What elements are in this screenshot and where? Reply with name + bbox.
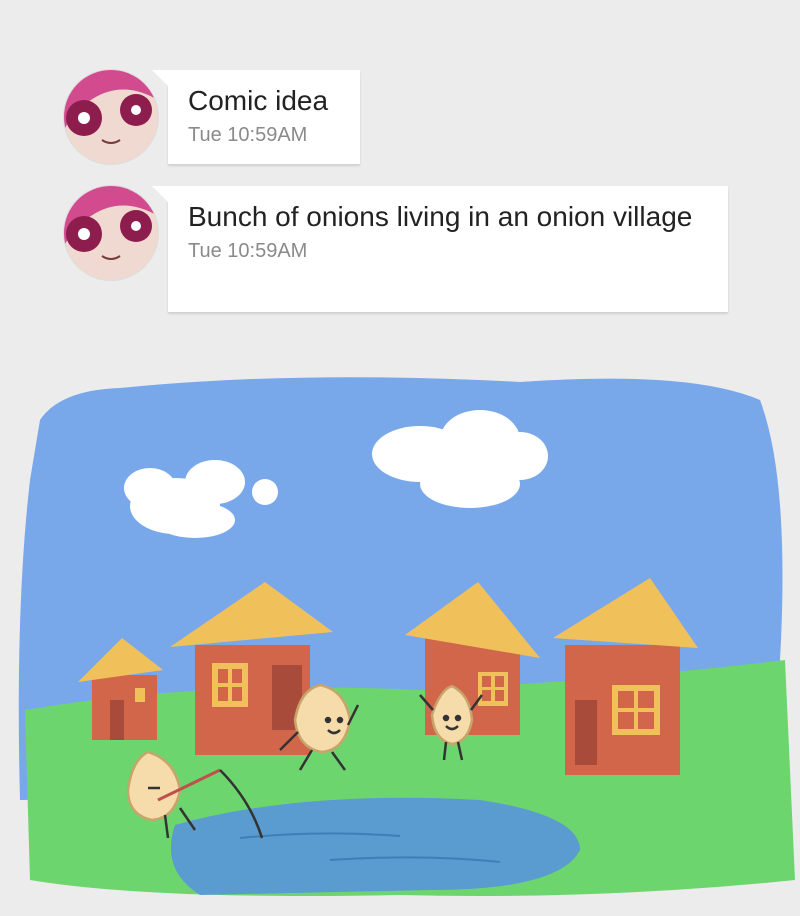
avatar[interactable] [64, 70, 158, 164]
avatar[interactable] [64, 186, 158, 280]
message-text: Bunch of onions living in an onion villa… [188, 201, 693, 232]
pond [170, 797, 580, 895]
message-bubble: Comic idea Tue 10:59AM [152, 70, 360, 164]
message-text: Comic idea [188, 85, 329, 116]
onion-village-drawing[interactable] [0, 360, 800, 916]
message-timestamp: Tue 10:59AM [188, 124, 308, 146]
message-bubble: Bunch of onions living in an onion villa… [152, 186, 728, 312]
message-timestamp: Tue 10:59AM [188, 240, 308, 262]
